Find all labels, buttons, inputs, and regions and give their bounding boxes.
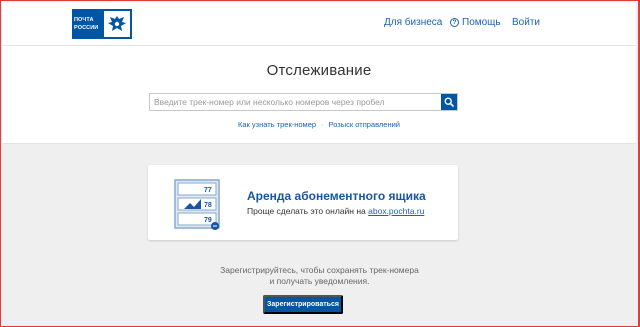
nav-login-link[interactable]: Войти	[512, 17, 540, 28]
register-button[interactable]: Зарегистрироваться	[263, 295, 343, 314]
link-separator: ·	[321, 120, 324, 129]
search-icon	[444, 97, 454, 107]
promo-title: Аренда абонементного ящика	[247, 189, 426, 203]
register-prompt: Зарегистрируйтесь, чтобы сохранять трек-…	[1, 265, 638, 287]
help-links: Как узнать трек-номер · Розыск отправлений	[2, 120, 636, 129]
po-box-illustration-icon: 77 78 79	[174, 179, 220, 230]
promo-text: Проще сделать это онлайн на abox.pochta.…	[247, 206, 424, 216]
search-bar	[149, 93, 458, 111]
promo-card[interactable]: 77 78 79 Аренда абонементного ящика Прощ…	[148, 165, 458, 240]
logo-text: ПОЧТА РОССИИ	[72, 9, 102, 39]
search-button[interactable]	[441, 94, 457, 110]
tracking-section: ПОЧТА РОССИИ Для бизнеса ? Помощь Войти …	[2, 2, 636, 144]
promo-text-prefix: Проще сделать это онлайн на	[247, 206, 366, 216]
help-icon: ?	[450, 18, 459, 27]
box-number-78: 78	[204, 202, 212, 209]
eagle-emblem-icon	[102, 9, 132, 39]
nav-business-link[interactable]: Для бизнеса	[384, 17, 442, 28]
track-number-input[interactable]	[150, 94, 440, 110]
register-prompt-line-2: и получать уведомления.	[269, 276, 370, 286]
box-number-79: 79	[204, 217, 212, 224]
logo-line-1: ПОЧТА	[74, 17, 94, 23]
nav-help-link[interactable]: ? Помощь	[450, 17, 501, 28]
box-number-77: 77	[204, 187, 212, 194]
abox-link[interactable]: abox.pochta.ru	[368, 206, 424, 216]
register-prompt-line-1: Зарегистрируйтесь, чтобы сохранять трек-…	[220, 265, 419, 275]
how-to-find-track-link[interactable]: Как узнать трек-номер	[238, 120, 316, 129]
logo-line-2: РОССИИ	[74, 25, 99, 31]
page-title: Отслеживание	[266, 62, 372, 79]
site-header: ПОЧТА РОССИИ Для бизнеса ? Помощь Войти	[2, 2, 636, 46]
logo[interactable]: ПОЧТА РОССИИ	[72, 9, 132, 39]
page-frame: ПОЧТА РОССИИ Для бизнеса ? Помощь Войти …	[0, 0, 640, 327]
parcel-search-link[interactable]: Розыск отправлений	[329, 120, 400, 129]
nav-help-label: Помощь	[462, 17, 501, 28]
